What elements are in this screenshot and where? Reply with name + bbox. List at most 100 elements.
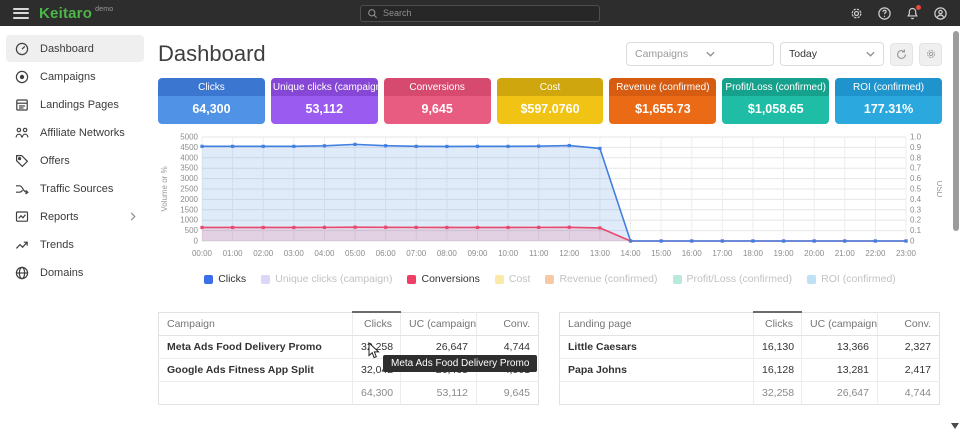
svg-text:00:00: 00:00 <box>192 249 213 258</box>
period-value: Today <box>789 48 817 60</box>
sidebar-item-traffic-sources[interactable]: Traffic Sources <box>6 175 144 202</box>
search-icon <box>367 8 378 19</box>
search-input[interactable] <box>383 8 583 18</box>
svg-text:0.5: 0.5 <box>910 185 922 194</box>
svg-text:18:00: 18:00 <box>743 249 764 258</box>
header-controls: Campaigns Today <box>626 42 942 66</box>
table-row[interactable]: Little Caesars16,13013,3662,327 <box>560 336 940 359</box>
svg-text:4500: 4500 <box>180 143 198 152</box>
legend-item-unique-clicks-campaign[interactable]: Unique clicks (campaign) <box>261 273 392 285</box>
svg-text:0.4: 0.4 <box>910 195 922 204</box>
period-select[interactable]: Today <box>780 42 884 66</box>
stat-card-roi-confirmed[interactable]: ROI (confirmed)177.31% <box>835 78 942 124</box>
legend-item-revenue-confirmed[interactable]: Revenue (confirmed) <box>545 273 657 285</box>
svg-text:500: 500 <box>185 226 199 235</box>
offers-icon <box>14 153 30 169</box>
legend-label: Revenue (confirmed) <box>559 273 657 285</box>
stat-card-value: $1,058.65 <box>722 96 829 124</box>
stat-card-value: 177.31% <box>835 96 942 124</box>
legend-swatch <box>495 275 504 284</box>
row-value-cell: 16,128 <box>754 359 802 382</box>
stat-card-label: ROI (confirmed) <box>835 78 942 96</box>
refresh-button[interactable] <box>890 43 913 66</box>
row-name-cell[interactable]: Little Caesars <box>560 336 754 359</box>
sidebar-item-domains[interactable]: Domains <box>6 259 144 286</box>
affiliate-icon <box>14 125 30 141</box>
row-name-cell[interactable]: Papa Johns <box>560 359 754 382</box>
page-title: Dashboard <box>158 41 266 67</box>
column-header-clicks[interactable]: Clicks <box>754 312 802 336</box>
legend-swatch <box>261 275 270 284</box>
settings-icon[interactable] <box>849 6 864 21</box>
column-header-conv[interactable]: Conv. <box>477 312 539 336</box>
stat-card-revenue-confirmed[interactable]: Revenue (confirmed)$1,655.73 <box>609 78 716 124</box>
stat-card-unique-clicks-campaign[interactable]: Unique clicks (campaign)53,112 <box>271 78 378 124</box>
dashboard-settings-button[interactable] <box>919 43 942 66</box>
global-search[interactable] <box>360 5 600 22</box>
legend-swatch <box>673 275 682 284</box>
column-header-uc-campaign[interactable]: UC (campaign) <box>802 312 878 336</box>
table-totals-row: 32,25826,6474,744 <box>560 382 940 405</box>
sidebar-item-label: Offers <box>40 155 70 167</box>
sidebar-item-offers[interactable]: Offers <box>6 147 144 174</box>
svg-text:USD: USD <box>935 181 942 198</box>
svg-text:08:00: 08:00 <box>437 249 458 258</box>
scroll-down-arrow-icon[interactable] <box>951 423 959 429</box>
stat-card-cost[interactable]: Cost$597.0760 <box>497 78 604 124</box>
sidebar-item-reports[interactable]: Reports <box>6 203 144 230</box>
legend-item-cost[interactable]: Cost <box>495 273 531 285</box>
stat-card-label: Conversions <box>384 78 491 96</box>
sidebar-item-trends[interactable]: Trends <box>6 231 144 258</box>
svg-text:09:00: 09:00 <box>467 249 488 258</box>
notifications-icon[interactable] <box>905 6 920 21</box>
stat-card-clicks[interactable]: Clicks64,300 <box>158 78 265 124</box>
svg-text:13:00: 13:00 <box>590 249 611 258</box>
main-header: Dashboard Campaigns Today <box>158 40 942 68</box>
svg-text:1000: 1000 <box>180 216 198 225</box>
app-logo[interactable]: Keitaro demo <box>39 5 113 22</box>
sidebar-item-affiliate-networks[interactable]: Affiliate Networks <box>6 119 144 146</box>
legend-label: ROI (confirmed) <box>821 273 896 285</box>
svg-text:06:00: 06:00 <box>376 249 397 258</box>
sidebar-item-landings-pages[interactable]: Landings Pages <box>6 91 144 118</box>
column-header-clicks[interactable]: Clicks <box>353 312 401 336</box>
row-name-cell[interactable]: Meta Ads Food Delivery Promo <box>159 336 353 359</box>
column-header-conv[interactable]: Conv. <box>878 312 940 336</box>
account-icon[interactable] <box>933 6 948 21</box>
menu-icon[interactable] <box>13 8 29 19</box>
help-icon[interactable] <box>877 6 892 21</box>
stat-cards: Clicks64,300Unique clicks (campaign)53,1… <box>158 78 942 124</box>
domains-icon <box>14 265 30 281</box>
stat-card-conversions[interactable]: Conversions9,645 <box>384 78 491 124</box>
row-name-cell[interactable]: Google Ads Fitness App Split <box>159 359 353 382</box>
vertical-scrollbar[interactable] <box>953 31 959 231</box>
row-value-cell: 16,130 <box>754 336 802 359</box>
stat-card-profit-loss-confirmed[interactable]: Profit/Loss (confirmed)$1,058.65 <box>722 78 829 124</box>
legend-item-profit-loss-confirmed[interactable]: Profit/Loss (confirmed) <box>673 273 793 285</box>
traffic-chart[interactable]: 0500100015002000250030003500400045005000… <box>158 131 942 261</box>
total-cell: 4,744 <box>878 382 940 405</box>
sidebar-item-dashboard[interactable]: Dashboard <box>6 35 144 62</box>
legend-item-conversions[interactable]: Conversions <box>407 273 479 285</box>
table-row[interactable]: Papa Johns16,12813,2812,417 <box>560 359 940 382</box>
stat-card-label: Unique clicks (campaign) <box>271 78 378 96</box>
column-header-campaign[interactable]: Campaign <box>159 312 353 336</box>
legend-swatch <box>807 275 816 284</box>
dashboard-icon <box>14 41 30 57</box>
svg-text:20:00: 20:00 <box>804 249 825 258</box>
column-header-landing-page[interactable]: Landing page <box>560 312 754 336</box>
svg-text:0.1: 0.1 <box>910 226 922 235</box>
sidebar-item-campaigns[interactable]: Campaigns <box>6 63 144 90</box>
legend-swatch <box>407 275 416 284</box>
legend-item-clicks[interactable]: Clicks <box>204 273 246 285</box>
topbar-icons <box>849 6 948 21</box>
campaign-filter-select[interactable]: Campaigns <box>626 42 774 66</box>
total-cell: 9,645 <box>477 382 539 405</box>
legend-label: Profit/Loss (confirmed) <box>687 273 793 285</box>
svg-text:15:00: 15:00 <box>651 249 672 258</box>
svg-text:4000: 4000 <box>180 153 198 162</box>
sidebar-item-label: Dashboard <box>40 43 94 55</box>
column-header-uc-campaign[interactable]: UC (campaign) <box>401 312 477 336</box>
legend-item-roi-confirmed[interactable]: ROI (confirmed) <box>807 273 896 285</box>
landings-icon <box>14 97 30 113</box>
